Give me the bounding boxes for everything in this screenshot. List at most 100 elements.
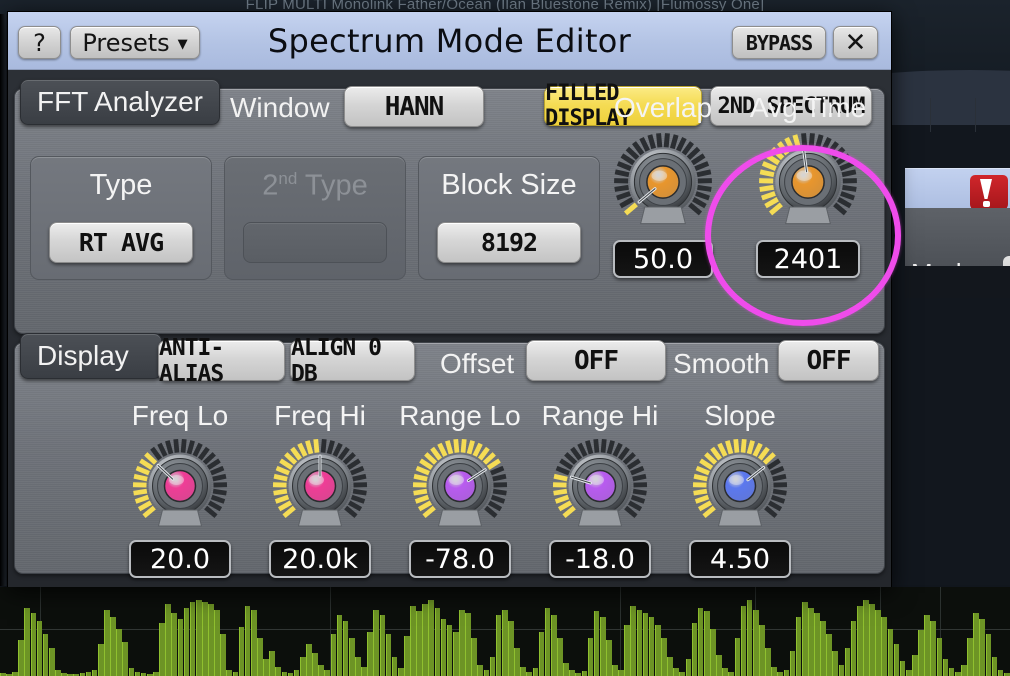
spectrum-bar: [312, 653, 318, 676]
tab-fft-analyzer[interactable]: FFT Analyzer: [20, 79, 220, 125]
spectrum-bar: [495, 615, 502, 676]
spectrum-bar: [942, 658, 949, 676]
spectrum-bar: [532, 668, 539, 676]
spectrum-bar: [214, 609, 220, 676]
freq-hi-knob[interactable]: [270, 436, 370, 536]
range-lo-knob[interactable]: [410, 436, 510, 536]
avg-time-knob[interactable]: [756, 130, 860, 234]
range-hi-readout[interactable]: -18.0: [549, 540, 651, 578]
align-0db-toggle[interactable]: ALIGN 0 DB: [290, 335, 415, 387]
offset-value-button[interactable]: OFF: [526, 340, 666, 381]
spectrum-bar: [814, 613, 820, 676]
spectrum-bar: [318, 664, 324, 676]
help-button[interactable]: ?: [18, 26, 61, 59]
presets-label: Presets: [82, 28, 170, 57]
spectrum-bar: [446, 624, 453, 676]
spectrum-bar: [544, 607, 551, 676]
range-lo-label: Range Lo: [399, 400, 521, 431]
spectrum-bar: [55, 670, 61, 676]
spectrum-bar: [48, 647, 55, 676]
range-hi-label: Range Hi: [541, 400, 659, 431]
spectrum-bar: [202, 601, 208, 676]
freq-hi-readout[interactable]: 20.0k: [269, 540, 371, 578]
spectrum-bar: [208, 603, 214, 676]
spectrum-bar: [924, 615, 930, 676]
smooth-label: Smooth: [673, 348, 770, 379]
block-size-value-button[interactable]: 8192: [437, 222, 581, 263]
bypass-button[interactable]: BYPASS: [732, 26, 826, 59]
spectrum-bar: [875, 609, 881, 676]
range-lo-readout[interactable]: -78.0: [409, 540, 511, 578]
presets-button[interactable]: Presets ▼: [70, 26, 200, 59]
freq-hi-label: Freq Hi: [274, 400, 366, 431]
spectrum-bar: [936, 638, 943, 676]
tab-display[interactable]: Display: [20, 333, 162, 379]
spectrum-bar: [912, 655, 918, 676]
spectrum-bar: [459, 609, 465, 676]
spectrum-bar: [881, 617, 888, 676]
slope-knob-group: Slope 4.50: [686, 400, 794, 580]
spectrum-bar: [281, 672, 288, 676]
spectrum-bar: [324, 670, 331, 676]
freq-lo-label: Freq Lo: [131, 400, 229, 431]
spectrum-bar: [116, 628, 122, 676]
avg-time-label: Avg Time: [749, 92, 867, 123]
avg-time-readout[interactable]: 2401: [756, 240, 860, 278]
spectrum-bar: [648, 617, 655, 676]
spectrum-bar: [24, 607, 31, 676]
type-label: Type: [89, 169, 153, 201]
spectrum-bar: [759, 624, 765, 676]
spectrum-bar: [97, 643, 104, 676]
spectrum-bar: [991, 657, 998, 676]
spectrum-bar: [985, 634, 992, 676]
spectrum-bar: [238, 626, 245, 676]
waves-logo-icon: [970, 175, 1008, 211]
smooth-value-button[interactable]: OFF: [778, 340, 879, 381]
spectrum-bar: [85, 672, 92, 676]
spectrum-analyzer-display[interactable]: [0, 587, 1010, 676]
spectrum-bar: [961, 664, 967, 676]
overlap-readout[interactable]: 50.0: [613, 240, 713, 278]
background-plugin-window[interactable]: Mode: [905, 168, 1010, 298]
spectrum-bar: [257, 638, 263, 676]
spectrum-bar: [593, 611, 600, 676]
range-hi-knob[interactable]: [550, 436, 650, 536]
overlap-label: Overlap: [613, 92, 713, 123]
type-section: Type RT AVG: [30, 156, 212, 280]
background-plugin-titlebar: [905, 168, 1010, 211]
slope-knob[interactable]: [690, 436, 790, 536]
spectrum-bar: [930, 620, 937, 676]
type-value-button[interactable]: RT AVG: [49, 222, 193, 263]
spectrum-bar: [832, 651, 839, 676]
spectrum-bar: [336, 615, 343, 676]
overlap-knob[interactable]: [611, 130, 715, 234]
slope-readout[interactable]: 4.50: [689, 540, 791, 578]
spectrum-bar: [752, 609, 759, 676]
spectrum-bar: [232, 672, 239, 676]
spectrum-bar: [856, 605, 863, 676]
spectrum-bar: [91, 670, 98, 676]
spectrum-bar: [557, 638, 563, 676]
offset-label: Offset: [440, 348, 515, 379]
spectrum-bar: [771, 666, 777, 676]
spectrum-bar: [673, 668, 679, 676]
spectrum-bar: [250, 609, 257, 676]
spectrum-bar: [679, 672, 686, 676]
second-type-value-button[interactable]: [243, 222, 387, 263]
anti-alias-toggle[interactable]: ANTI-ALIAS: [158, 335, 285, 387]
freq-lo-knob[interactable]: [130, 436, 230, 536]
spectrum-bar: [844, 647, 851, 676]
window-function-value[interactable]: HANN: [344, 86, 484, 127]
chevron-down-icon: ▼: [177, 36, 188, 52]
spectrum-bar: [269, 651, 275, 676]
spectrum-bar: [416, 611, 422, 676]
spectrum-bar: [899, 660, 906, 676]
spectrum-bar: [220, 634, 226, 676]
freq-hi-knob-group: Freq Hi 20.0k: [266, 400, 374, 580]
spectrum-bar: [661, 638, 667, 676]
close-icon[interactable]: ✕: [833, 26, 878, 59]
spectrum-bar: [508, 620, 514, 676]
spectrum-bar: [183, 607, 190, 676]
freq-lo-readout[interactable]: 20.0: [129, 540, 231, 578]
spectrum-bar: [110, 617, 116, 676]
